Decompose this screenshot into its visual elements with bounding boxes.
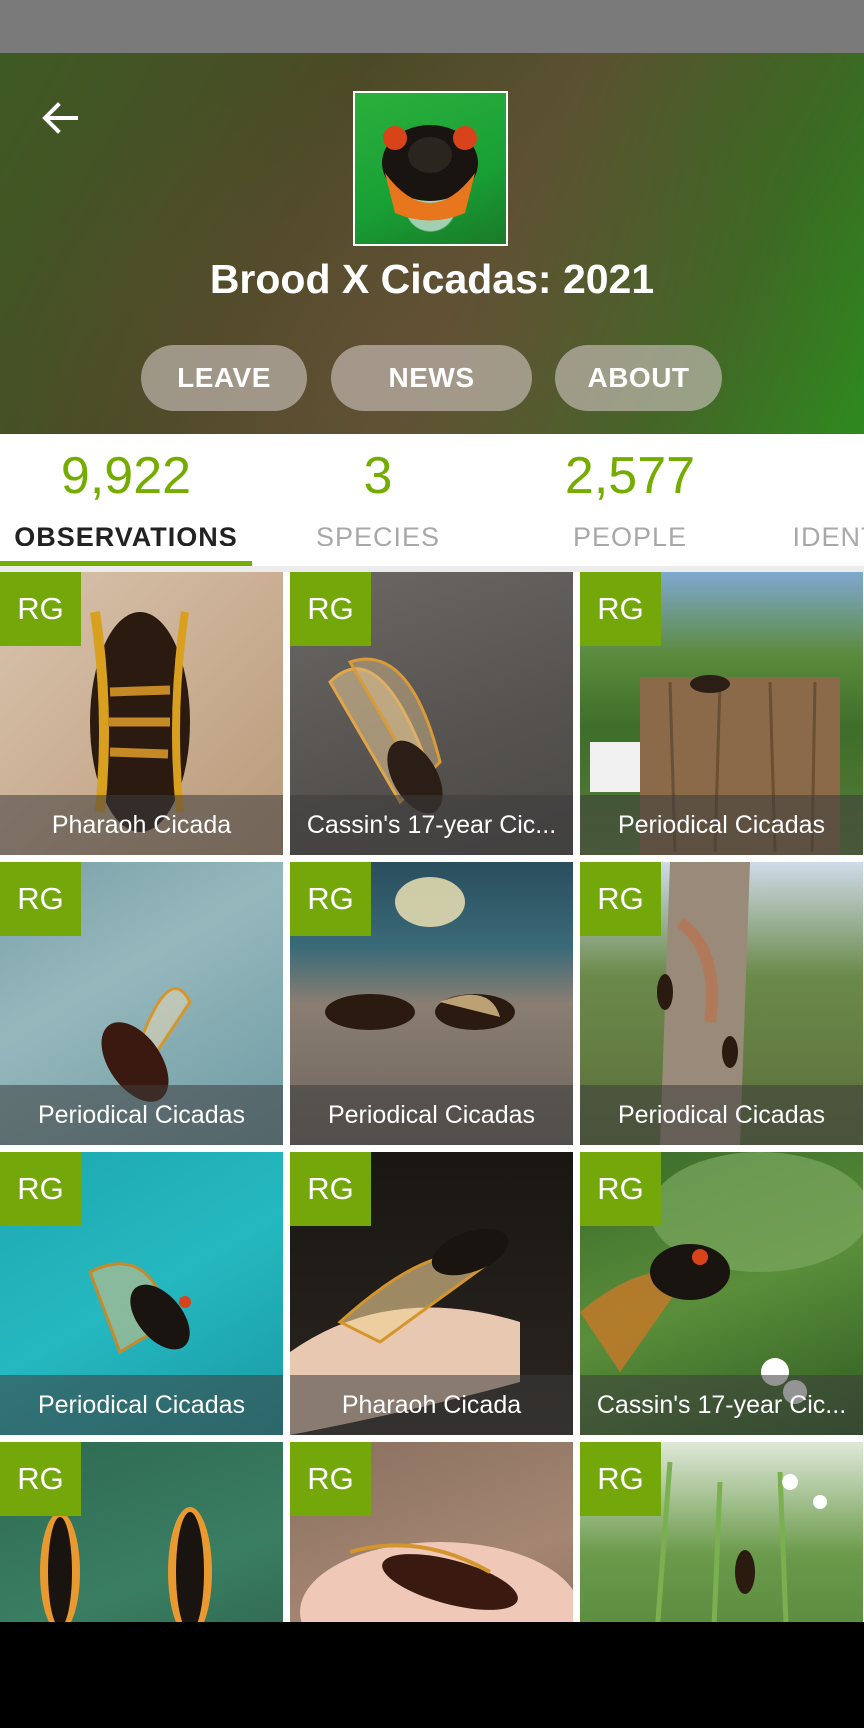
observation-tile[interactable]: RG Cassin's 17-year Cic... — [290, 572, 573, 855]
research-grade-badge: RG — [580, 862, 661, 936]
species-caption: Periodical Cicadas — [290, 1085, 573, 1145]
leave-button[interactable]: LEAVE — [141, 345, 307, 411]
species-caption: Periodical Cicadas — [0, 1375, 283, 1435]
research-grade-badge: RG — [0, 572, 81, 646]
tab-species[interactable]: 3 SPECIES — [252, 434, 504, 568]
observation-tile[interactable]: RG — [0, 1442, 283, 1622]
observation-tile[interactable]: RG Cassin's 17-year Cic... — [580, 1152, 863, 1435]
species-caption: Cassin's 17-year Cic... — [290, 795, 573, 855]
observation-tile[interactable]: RG Periodical Cicadas — [580, 572, 863, 855]
species-caption: Pharaoh Cicada — [290, 1375, 573, 1435]
tab-identifiers[interactable]: 3 IDENTIFIERS — [756, 434, 864, 568]
observation-tile[interactable]: RG Periodical Cicadas — [0, 862, 283, 1145]
research-grade-badge: RG — [290, 1442, 371, 1516]
species-caption: Periodical Cicadas — [0, 1085, 283, 1145]
project-icon — [353, 91, 508, 246]
research-grade-badge: RG — [0, 1442, 81, 1516]
species-caption: Cassin's 17-year Cic... — [580, 1375, 863, 1435]
research-grade-badge: RG — [290, 572, 371, 646]
observation-grid: RG Pharaoh Cicada RG Cassin's 17-year Ci… — [0, 572, 864, 1622]
species-caption: Periodical Cicadas — [580, 1085, 863, 1145]
research-grade-badge: RG — [290, 1152, 371, 1226]
research-grade-badge: RG — [580, 1442, 661, 1516]
project-title: Brood X Cicadas: 2021 — [209, 256, 655, 302]
research-grade-badge: RG — [290, 862, 371, 936]
status-bar — [0, 0, 864, 53]
research-grade-badge: RG — [0, 862, 81, 936]
observations-label: OBSERVATIONS — [14, 522, 238, 546]
tab-observations[interactable]: 9,922 OBSERVATIONS — [0, 434, 252, 568]
arrow-left-icon — [42, 102, 78, 134]
species-label: SPECIES — [315, 522, 441, 546]
species-count: 3 — [363, 447, 393, 505]
research-grade-badge: RG — [0, 1152, 81, 1226]
research-grade-badge: RG — [580, 1152, 661, 1226]
identifiers-label: IDENTIFIERS — [792, 522, 864, 546]
people-label: PEOPLE — [572, 522, 688, 546]
tab-people[interactable]: 2,577 PEOPLE — [504, 434, 756, 568]
observation-tile[interactable]: RG Periodical Cicadas — [580, 862, 863, 1145]
species-caption: Periodical Cicadas — [580, 795, 863, 855]
species-caption: Pharaoh Cicada — [0, 795, 283, 855]
observation-tile[interactable]: RG — [290, 1442, 573, 1622]
identifiers-count: 3 — [756, 446, 864, 506]
people-count: 2,577 — [564, 447, 696, 505]
observation-tile[interactable]: RG Pharaoh Cicada — [290, 1152, 573, 1435]
navigation-bar — [0, 1622, 864, 1728]
stats-tabs: 9,922 OBSERVATIONS 3 SPECIES 2,577 PEOPL… — [0, 434, 864, 568]
back-button[interactable] — [36, 93, 86, 143]
observation-tile[interactable]: RG Periodical Cicadas — [0, 1152, 283, 1435]
about-button[interactable]: ABOUT — [555, 345, 722, 411]
observation-tile[interactable]: RG — [580, 1442, 863, 1622]
observations-count: 9,922 — [60, 447, 192, 505]
observation-tile[interactable]: RG Pharaoh Cicada — [0, 572, 283, 855]
observation-tile[interactable]: RG Periodical Cicadas — [290, 862, 573, 1145]
news-button[interactable]: NEWS — [331, 345, 532, 411]
project-header: Brood X Cicadas: 2021 LEAVE NEWS ABOUT — [0, 53, 864, 434]
research-grade-badge: RG — [580, 572, 661, 646]
